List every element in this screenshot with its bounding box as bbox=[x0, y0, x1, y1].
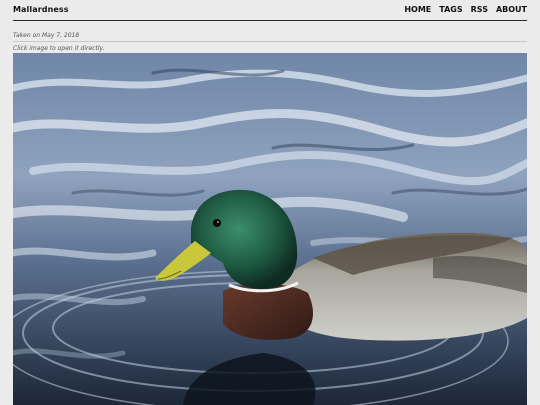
photo-date: Taken on May 7, 2018 bbox=[13, 32, 80, 39]
nav-rss-link[interactable]: RSS bbox=[471, 5, 488, 14]
nav-about-link[interactable]: ABOUT bbox=[496, 5, 527, 14]
page: Mallardness HOME TAGS RSS ABOUT Taken on… bbox=[0, 0, 540, 405]
open-image-hint: Click image to open it directly. bbox=[13, 45, 105, 52]
nav-tags-link[interactable]: TAGS bbox=[439, 5, 462, 14]
meta-divider bbox=[13, 41, 527, 42]
site-title-link[interactable]: Mallardness bbox=[13, 5, 69, 14]
main-nav: HOME TAGS RSS ABOUT bbox=[404, 5, 527, 14]
duck-photo bbox=[13, 53, 527, 405]
nav-home-link[interactable]: HOME bbox=[404, 5, 431, 14]
site-header: Mallardness HOME TAGS RSS ABOUT bbox=[13, 0, 527, 21]
duck-photo-link[interactable] bbox=[13, 53, 527, 405]
